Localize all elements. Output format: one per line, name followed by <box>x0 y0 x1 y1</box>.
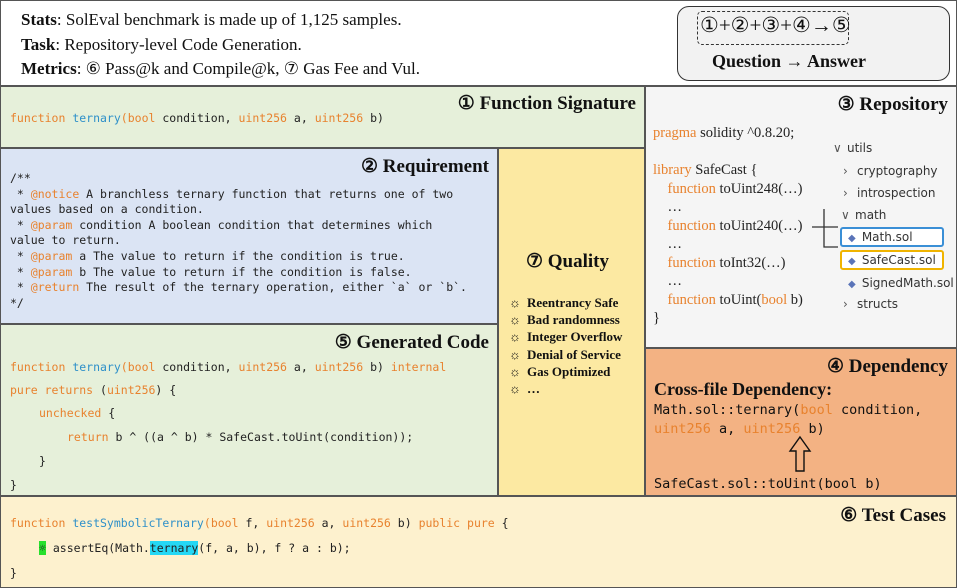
stats-line: Stats: SolEval benchmark is made up of 1… <box>21 10 402 29</box>
gear-icon: ☼ <box>509 295 521 310</box>
chevron-right-icon: › <box>843 164 848 178</box>
generated-line-6: } <box>10 478 17 492</box>
repository-title: ③ Repository <box>837 94 948 115</box>
chevron-right-icon: › <box>843 186 848 200</box>
generated-code-panel: ⑤ Generated Code function ternary(bool c… <box>0 324 498 496</box>
requirement-line: * @notice A branchless ternary function … <box>10 186 454 201</box>
dependency-panel: ④ Dependency Cross-file Dependency: Math… <box>645 348 957 496</box>
repository-panel: ③ Repository pragma solidity ^0.8.20; lib… <box>645 86 957 348</box>
quality-panel: ⑦ Quality ☼ Reentrancy Safe ☼ Bad randomnes… <box>498 148 645 496</box>
test-cases-panel: ⑥ Test Cases function testSymbolicTernar… <box>0 496 957 588</box>
solidity-file-icon: ◆ <box>848 233 856 244</box>
requirement-panel: ② Requirement /** * @notice A branchless… <box>0 148 498 324</box>
quality-item: ☼ Gas Optimized <box>509 363 611 379</box>
requirement-line: * @return The result of the ternary oper… <box>10 280 467 295</box>
requirement-title: ② Requirement <box>360 156 489 177</box>
task-line: Task: Repository-level Code Generation. <box>21 35 302 54</box>
tree-folder-cryptography[interactable]: › cryptography <box>843 164 938 178</box>
test-line-2: ☼ assertEq(Math.ternary(f, a, b), f ? a … <box>39 541 351 555</box>
test-line-1: function testSymbolicTernary(bool f, uin… <box>10 516 509 530</box>
gear-icon: ☼ <box>39 541 46 555</box>
repository-code-line: … <box>653 273 683 289</box>
tree-folder-math[interactable]: ∨ math <box>841 208 886 222</box>
requirement-line: /** <box>10 171 31 185</box>
quality-item: ☼… <box>509 381 540 396</box>
dependency-line-1: Math.sol::ternary(bool condition, <box>654 402 923 418</box>
requirement-line: */ <box>10 295 24 310</box>
repository-code-line: … <box>653 236 683 252</box>
quality-title: ⑦ Quality <box>526 251 610 272</box>
tree-connector <box>812 209 838 248</box>
qa-label: Question → Answer <box>712 51 867 71</box>
chevron-down-icon: ∨ <box>841 208 850 222</box>
requirement-line: * @param condition A boolean condition t… <box>10 217 433 232</box>
generated-line-4: return b ^ ((a ^ b) * SafeCast.toUint(co… <box>67 430 414 444</box>
gear-icon: ☼ <box>509 346 521 362</box>
solidity-file-icon: ◆ <box>848 279 856 290</box>
repository-code-line: function toUint240(…) <box>653 217 803 234</box>
test-cases-title: ⑥ Test Cases <box>840 505 946 526</box>
tree-file-math-sol[interactable]: ◆ Math.sol <box>848 230 913 244</box>
tree-file-safecast-sol[interactable]: ◆ SafeCast.sol <box>848 253 936 267</box>
gear-icon: ☼ <box>509 312 521 328</box>
signature-code: function ternary(bool condition, uint256… <box>10 111 384 125</box>
dependency-subtitle: Cross-file Dependency: <box>654 379 833 399</box>
generated-line-1: function ternary(bool condition, uint256… <box>10 360 447 374</box>
repository-code-line: } <box>653 310 660 326</box>
highlighted-ternary: ternary <box>149 541 199 555</box>
requirement-line: value to return. <box>10 233 121 248</box>
generated-line-3: unchecked { <box>39 406 116 420</box>
quality-item: ☼ Integer Overflow <box>509 329 623 345</box>
repository-code-line: function toInt32(…) <box>653 254 786 271</box>
quality-item: ☼ Reentrancy Safe <box>509 295 619 310</box>
dependency-line-3: SafeCast.sol::toUint(bool b) <box>654 476 882 492</box>
function-signature-panel: ① Function Signature function ternary(bo… <box>0 86 645 148</box>
gear-icon: ☼ <box>509 381 521 396</box>
generated-line-5: } <box>39 454 46 468</box>
up-arrow-icon <box>788 435 812 472</box>
solidity-file-icon: ◆ <box>848 256 856 267</box>
quality-item: ☼ Bad randomness <box>509 312 620 328</box>
generated-code-title: ⑤ Generated Code <box>334 332 489 353</box>
test-line-3: } <box>10 566 17 580</box>
requirement-line: * @param b The value to return if the co… <box>10 264 412 279</box>
metrics-line: Metrics: ⑥ Pass@k and Compile@k, ⑦ Gas F… <box>21 59 420 78</box>
repository-code-line: … <box>653 199 683 215</box>
tree-folder-utils[interactable]: ∨ utils <box>833 141 872 155</box>
qa-formula: ①+②+③+④→⑤ <box>700 13 851 37</box>
repository-code-line: function toUint248(…) <box>653 180 803 197</box>
requirement-line: values based on a condition. <box>10 202 204 217</box>
quality-item: ☼ Denial of Service <box>509 346 621 362</box>
repository-code-line: library SafeCast { <box>653 162 758 178</box>
chevron-down-icon: ∨ <box>833 141 842 155</box>
gear-icon: ☼ <box>509 363 521 379</box>
function-signature-title: ① Function Signature <box>457 93 636 114</box>
gear-icon: ☼ <box>509 329 521 345</box>
chevron-right-icon: › <box>843 297 848 311</box>
tree-folder-introspection[interactable]: › introspection <box>843 186 936 200</box>
requirement-line: * @param a The value to return if the co… <box>10 249 405 263</box>
repository-code-line: pragma solidity ^0.8.20; <box>653 125 795 141</box>
repository-code-line: function toUint(bool b) <box>653 291 803 308</box>
tree-folder-structs[interactable]: › structs <box>843 297 898 311</box>
dependency-title: ④ Dependency <box>826 356 948 377</box>
generated-line-2: pure returns (uint256) { <box>10 383 177 397</box>
tree-file-signedmath-sol[interactable]: ◆ SignedMath.sol <box>848 276 954 290</box>
